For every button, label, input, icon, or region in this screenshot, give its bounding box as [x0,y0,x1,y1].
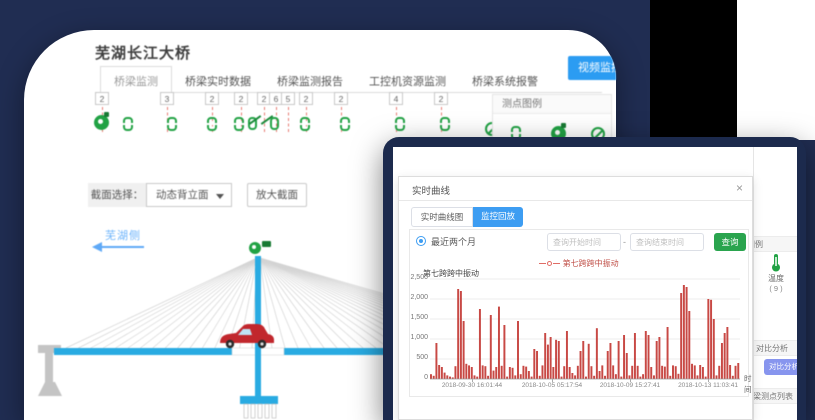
query-end-time-input[interactable] [630,233,704,251]
y-tick-label: 1,000 [402,334,428,341]
temperature-count: ( 9 ) [754,284,797,293]
car [220,324,274,348]
pier-cap [240,396,278,404]
background-black-region [650,0,737,150]
x-tick-mark [472,379,473,382]
sidebar-panel-compare: 对比分析 [754,340,797,356]
abutment-stem [45,353,53,385]
x-tick-mark [552,379,553,382]
sidebar-panel-legend-title: 测点图例 [754,237,763,252]
realtime-curve-window: 测点图例 温度 ( 9 ) 对比分析 对比分析 桥梁测点列表 [383,137,806,420]
dialog-title: 实时曲线 [412,183,450,197]
tab-monitor-playback[interactable]: 监控回放 [473,207,523,227]
tower-camera-icon[interactable] [249,241,271,254]
range-separator: - [623,237,626,247]
y-tick-label: 2,500 [402,274,428,281]
right-sidebar-strip: 测点图例 温度 ( 9 ) 对比分析 对比分析 桥梁测点列表 [753,147,797,420]
y-tick-label: 1,500 [402,314,428,321]
desktop-stage: 芜湖长江大桥 桥梁监测桥梁实时数据桥梁监测报告工控机资源监测桥梁系统报警 视频监… [0,0,815,420]
radio-last-two-months[interactable] [416,236,426,246]
y-tick-label: 2,000 [402,294,428,301]
legend-line-icon [553,263,560,264]
vibration-chart-svg [430,278,740,380]
x-tick-label: 2018-10-09 15:27:41 [585,382,675,389]
legend-circle-icon [547,261,552,266]
radio-last-two-months-label: 最近两个月 [431,235,476,248]
tab-realtime-curve[interactable]: 实时曲线图 [411,207,473,227]
temperature-label[interactable]: 温度 [754,273,797,284]
query-panel: 最近两个月 - 查询 第七跨跨中振动 第七跨跨中振动 [409,229,749,397]
x-tick-label: 2018-10-05 05:17:54 [507,382,597,389]
pier-piles [244,404,276,418]
dialog-header: 实时曲线 × [399,177,752,201]
x-tick-mark [708,379,709,382]
abutment-base [38,382,62,396]
query-button[interactable]: 查询 [714,233,746,251]
compare-analysis-button[interactable]: 对比分析 [764,359,797,375]
realtime-curve-dialog: 实时曲线 × 实时曲线图 监控回放 最近两个月 - 查询 第七跨跨中振动 [398,176,753,420]
y-tick-label: 0 [402,374,428,381]
close-icon[interactable]: × [736,181,743,195]
sidebar-panel-legend: 测点图例 [754,236,797,252]
y-tick-label: 500 [402,354,428,361]
sidebar-panel-pointlist-title: 桥梁测点列表 [754,389,793,404]
thermometer-icon [771,253,781,272]
sidebar-panel-pointlist: 桥梁测点列表 [754,388,797,404]
background-white-region [737,0,815,140]
x-tick-label: 2018-10-13 11:03:41 [663,382,753,389]
legend-label: 第七跨跨中振动 [563,259,619,268]
legend-line-icon [539,263,546,264]
realtime-curve-page: 测点图例 温度 ( 9 ) 对比分析 对比分析 桥梁测点列表 [393,147,797,420]
sidebar-panel-compare-title: 对比分析 [756,341,788,356]
x-tick-mark [630,379,631,382]
query-start-time-input[interactable] [547,233,621,251]
x-tick-label: 2018-09-30 16:01:44 [427,382,517,389]
